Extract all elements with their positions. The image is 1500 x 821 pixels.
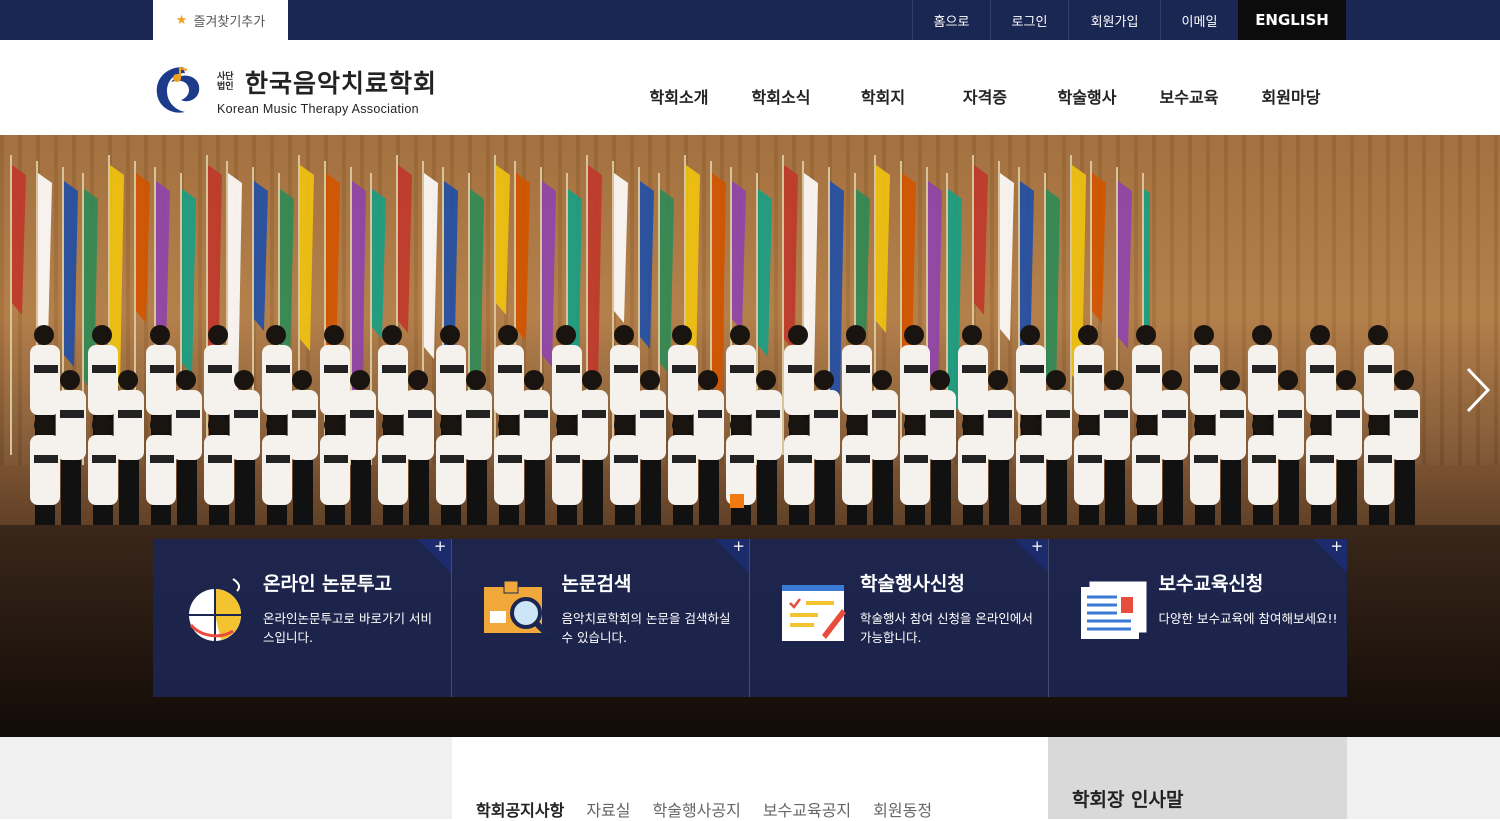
document-icon	[1080, 580, 1147, 639]
nav-item-about[interactable]: 학회소개	[628, 84, 730, 108]
plus-icon: +	[732, 537, 745, 555]
logo-english-name: Korean Music Therapy Association	[217, 102, 419, 116]
notepad-pen-icon	[782, 585, 846, 641]
signup-link[interactable]: 회원가입	[1068, 0, 1160, 40]
login-link[interactable]: 로그인	[990, 0, 1068, 40]
english-link[interactable]: ENGLISH	[1238, 0, 1346, 40]
logo-mark-icon	[156, 66, 200, 113]
plus-icon: +	[1330, 537, 1343, 555]
board-tabs: 학회공지사항 자료실 학술행사공지 보수교육공지 회원동정	[476, 797, 932, 821]
hero-slider: + 온라인 논문투고 온라인논문투고로 바로가기 서비스입니다. + 논문검색 …	[0, 135, 1500, 737]
home-link[interactable]: 홈으로	[912, 0, 990, 40]
next-slide-arrow-icon[interactable]	[1462, 365, 1492, 415]
top-utility-bar: ★ 즐겨찾기추가 홈으로 로그인 회원가입 이메일 ENGLISH	[0, 0, 1500, 40]
greeting-title: 학회장 인사말	[1072, 789, 1184, 811]
add-favorite-label: 즐겨찾기추가	[193, 14, 266, 30]
quick-item-title: 보수교육신청	[1158, 573, 1264, 595]
quick-item-desc: 다양한 보수교육에 참여해보세요!!	[1158, 611, 1338, 626]
slide-indicator[interactable]	[730, 494, 744, 508]
utility-links: 홈으로 로그인 회원가입 이메일 ENGLISH	[912, 0, 1346, 40]
logo-korean-name: 한국음악치료학회	[245, 69, 438, 98]
logo-text: 사단법인 한국음악치료학회 Korean Music Therapy Assoc…	[217, 64, 437, 116]
quick-item-desc: 온라인논문투고로 바로가기 서비스입니다.	[263, 611, 432, 645]
tab-member-news[interactable]: 회원동정	[873, 797, 932, 821]
star-icon: ★	[175, 12, 188, 28]
tab-notices[interactable]: 학회공지사항	[476, 797, 564, 821]
notice-board: 학회공지사항 자료실 학술행사공지 보수교육공지 회원동정	[452, 737, 1048, 821]
nav-item-members[interactable]: 회원마당	[1240, 84, 1342, 108]
plus-icon: +	[1030, 537, 1044, 555]
quick-item-online-submission[interactable]: + 온라인 논문투고 온라인논문투고로 바로가기 서비스입니다.	[153, 537, 452, 697]
quick-item-education-registration[interactable]: + 보수교육신청 다양한 보수교육에 참여해보세요!!	[1048, 537, 1347, 697]
site-logo[interactable]: 사단법인 한국음악치료학회 Korean Music Therapy Assoc…	[153, 64, 437, 116]
nav-item-events[interactable]: 학술행사	[1036, 84, 1138, 108]
quick-item-desc: 음악치료학회의 논문을 검색하실 수 있습니다.	[561, 611, 731, 645]
quick-item-paper-search[interactable]: + 논문검색 음악치료학회의 논문을 검색하실 수 있습니다.	[451, 537, 750, 697]
nav-item-continuing-education[interactable]: 보수교육	[1138, 84, 1240, 108]
site-header: 사단법인 한국음악치료학회 Korean Music Therapy Assoc…	[0, 40, 1500, 135]
quick-item-title: 논문검색	[561, 573, 632, 595]
tab-event-notices[interactable]: 학술행사공지	[653, 797, 741, 821]
main-navigation: 학회소개 학회소식 학회지 자격증 학술행사 보수교육 회원마당	[628, 84, 1342, 108]
quick-item-title: 학술행사신청	[860, 573, 965, 595]
nav-item-news[interactable]: 학회소식	[730, 84, 832, 108]
content-section: 학회공지사항 자료실 학술행사공지 보수교육공지 회원동정 학회장 인사말	[0, 737, 1500, 821]
folder-search-icon	[483, 580, 550, 638]
tab-resources[interactable]: 자료실	[586, 797, 630, 821]
plus-icon: +	[433, 537, 447, 555]
president-greeting-box[interactable]: 학회장 인사말	[1048, 737, 1347, 819]
quick-menu: + 온라인 논문투고 온라인논문투고로 바로가기 서비스입니다. + 논문검색 …	[153, 537, 1347, 697]
tab-education-notices[interactable]: 보수교육공지	[763, 797, 851, 821]
nav-item-certification[interactable]: 자격증	[934, 84, 1036, 108]
quick-item-desc: 학술행사 참여 신청을 온라인에서 가능합니다.	[860, 611, 1033, 645]
quick-item-title: 온라인 논문투고	[263, 573, 392, 595]
nav-item-journal[interactable]: 학회지	[832, 84, 934, 108]
email-link[interactable]: 이메일	[1160, 0, 1238, 40]
logo-corporate-label: 사단법인	[217, 72, 234, 92]
mouse-chart-icon	[189, 578, 241, 641]
add-favorite-button[interactable]: ★ 즐겨찾기추가	[153, 0, 288, 40]
quick-item-event-registration[interactable]: + 학술행사신청 학술행사 참여 신청을 온라인에서 가능합니다.	[750, 537, 1049, 697]
